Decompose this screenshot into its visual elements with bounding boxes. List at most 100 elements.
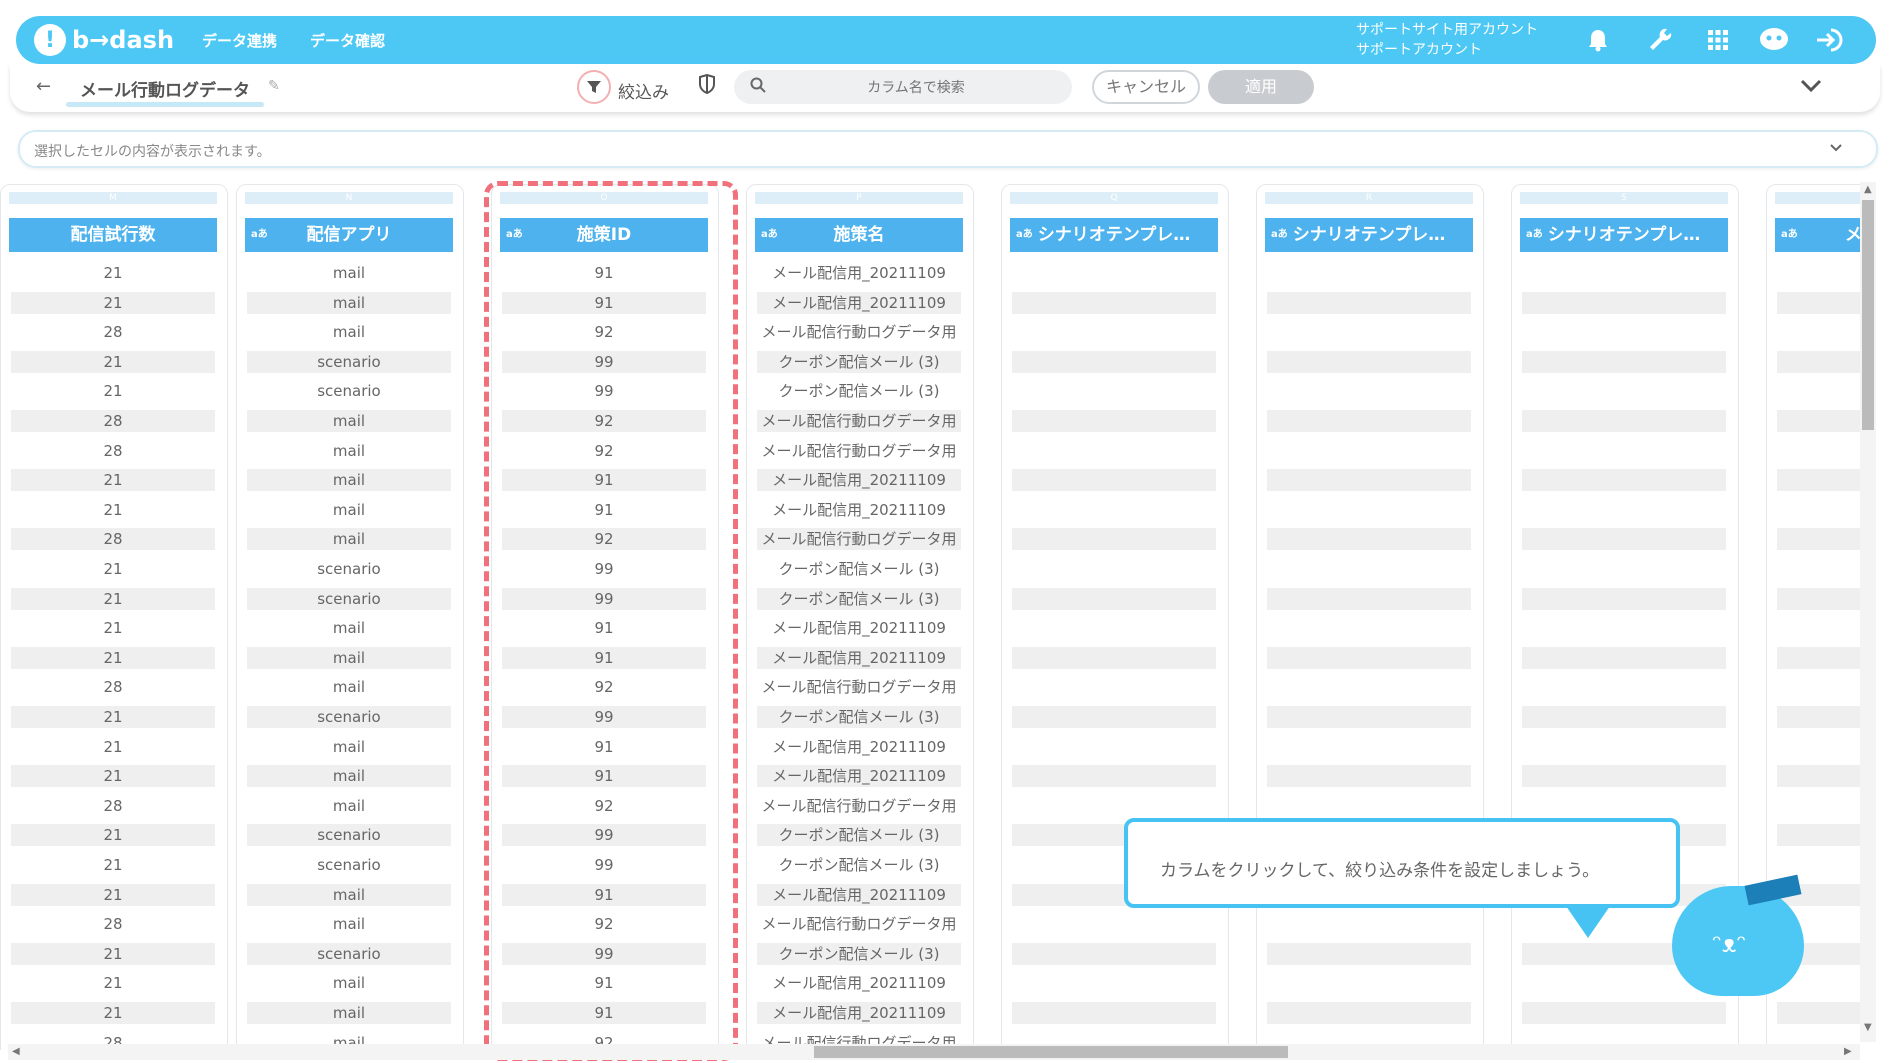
table-cell[interactable] (1012, 676, 1216, 698)
table-cell[interactable]: 21 (11, 617, 215, 639)
grid-column[interactable]: Qaあ シナリオテンプレ… (1001, 182, 1231, 1050)
table-cell[interactable] (1777, 558, 1862, 580)
grid-column[interactable]: Raあ シナリオテンプレ… (1256, 182, 1486, 1050)
grid-column[interactable]: Paあ 施策名 メール配信用_20211109 メール配信用_20211109 メール配… (746, 182, 976, 1050)
table-cell[interactable] (1267, 736, 1471, 758)
table-cell[interactable] (1012, 736, 1216, 758)
table-cell[interactable]: メール配信行動ログデータ用 (757, 440, 961, 462)
table-cell[interactable] (1522, 499, 1726, 521)
vertical-scrollbar[interactable]: ▲ ▼ (1860, 182, 1876, 1042)
table-cell[interactable] (1522, 646, 1726, 669)
table-cell[interactable] (1012, 469, 1216, 492)
scroll-left-arrow-icon[interactable]: ◀ (12, 1046, 20, 1057)
table-cell[interactable] (1267, 469, 1471, 492)
column-header[interactable]: 配信試行数 (9, 218, 217, 252)
table-cell[interactable]: 28 (11, 528, 215, 551)
table-cell[interactable] (1522, 380, 1726, 402)
table-cell[interactable] (1777, 350, 1862, 373)
mascot-icon[interactable] (1758, 24, 1790, 56)
table-cell[interactable] (1267, 528, 1471, 551)
table-cell[interactable] (1777, 380, 1862, 402)
table-cell[interactable]: 99 (502, 350, 706, 373)
table-cell[interactable] (1777, 528, 1862, 551)
table-cell[interactable] (1777, 824, 1862, 847)
table-cell[interactable]: 92 (502, 410, 706, 432)
table-cell[interactable] (1522, 469, 1726, 492)
chevron-down-icon[interactable] (1800, 74, 1822, 99)
table-cell[interactable]: mail (247, 410, 451, 432)
table-cell[interactable] (1012, 765, 1216, 788)
table-cell[interactable]: mail (247, 469, 451, 492)
table-cell[interactable] (1012, 913, 1216, 935)
table-cell[interactable]: メール配信行動ログデータ用 (757, 410, 961, 432)
shield-icon[interactable] (698, 73, 716, 99)
table-cell[interactable] (1522, 410, 1726, 432)
table-cell[interactable] (1267, 1002, 1471, 1024)
table-cell[interactable]: 21 (11, 972, 215, 994)
grid-column[interactable]: Naあ 配信アプリ mail mail mail scenario scenario mail… (236, 182, 466, 1050)
table-cell[interactable]: 21 (11, 854, 215, 876)
table-cell[interactable]: 99 (502, 854, 706, 876)
table-cell[interactable]: 91 (502, 736, 706, 758)
table-cell[interactable] (1522, 1002, 1726, 1024)
vertical-scroll-thumb[interactable] (1862, 200, 1874, 430)
table-cell[interactable]: mail (247, 883, 451, 906)
table-cell[interactable] (1012, 440, 1216, 462)
table-cell[interactable]: メール配信行動ログデータ用 (757, 913, 961, 935)
table-cell[interactable] (1777, 440, 1862, 462)
table-cell[interactable]: メール配信用_20211109 (757, 617, 961, 639)
table-cell[interactable]: クーポン配信メール (3) (757, 587, 961, 610)
table-cell[interactable]: クーポン配信メール (3) (757, 942, 961, 965)
table-cell[interactable]: 91 (502, 765, 706, 788)
table-cell[interactable] (1012, 617, 1216, 639)
table-cell[interactable] (1522, 440, 1726, 462)
cancel-button[interactable]: キャンセル (1092, 70, 1200, 104)
table-cell[interactable]: 91 (502, 617, 706, 639)
apply-button[interactable]: 適用 (1208, 70, 1314, 104)
table-cell[interactable]: mail (247, 499, 451, 521)
table-cell[interactable] (1777, 854, 1862, 876)
table-cell[interactable] (1012, 1002, 1216, 1024)
table-cell[interactable] (1777, 262, 1862, 284)
table-cell[interactable] (1777, 321, 1862, 343)
column-header[interactable]: aあ 施策ID (500, 218, 708, 252)
table-cell[interactable]: mail (247, 528, 451, 551)
table-cell[interactable] (1522, 350, 1726, 373)
table-cell[interactable]: メール配信行動ログデータ用 (757, 795, 961, 817)
table-cell[interactable]: mail (247, 262, 451, 284)
table-cell[interactable]: 28 (11, 676, 215, 698)
table-cell[interactable]: 21 (11, 824, 215, 847)
table-cell[interactable] (1012, 558, 1216, 580)
table-cell[interactable]: 92 (502, 676, 706, 698)
table-cell[interactable]: 28 (11, 440, 215, 462)
table-cell[interactable]: メール配信用_20211109 (757, 1002, 961, 1024)
column-header[interactable]: aあ 施策名 (755, 218, 963, 252)
table-cell[interactable] (1777, 706, 1862, 728)
table-cell[interactable]: mail (247, 676, 451, 698)
table-cell[interactable]: 92 (502, 795, 706, 817)
table-cell[interactable]: scenario (247, 558, 451, 580)
column-header[interactable]: aあ シナリオテンプレ… (1520, 218, 1728, 252)
table-cell[interactable] (1267, 558, 1471, 580)
scroll-down-arrow-icon[interactable]: ▼ (1864, 1022, 1872, 1033)
table-cell[interactable]: mail (247, 440, 451, 462)
expand-chevron-icon[interactable] (1830, 140, 1842, 156)
account-info[interactable]: サポートサイト用アカウント サポートアカウント (1356, 20, 1538, 60)
table-cell[interactable]: 99 (502, 942, 706, 965)
table-cell[interactable] (1522, 617, 1726, 639)
table-cell[interactable]: mail (247, 795, 451, 817)
table-cell[interactable] (1522, 321, 1726, 343)
table-cell[interactable]: mail (247, 972, 451, 994)
table-cell[interactable] (1012, 410, 1216, 432)
table-cell[interactable]: 21 (11, 380, 215, 402)
table-cell[interactable]: メール配信用_20211109 (757, 883, 961, 906)
table-cell[interactable] (1267, 380, 1471, 402)
column-header[interactable]: aあメール… (1775, 218, 1862, 252)
table-cell[interactable] (1522, 676, 1726, 698)
table-cell[interactable]: メール配信用_20211109 (757, 262, 961, 284)
table-cell[interactable] (1267, 972, 1471, 994)
table-cell[interactable]: クーポン配信メール (3) (757, 706, 961, 728)
table-cell[interactable] (1522, 795, 1726, 817)
table-cell[interactable] (1012, 587, 1216, 610)
table-cell[interactable]: mail (247, 913, 451, 935)
